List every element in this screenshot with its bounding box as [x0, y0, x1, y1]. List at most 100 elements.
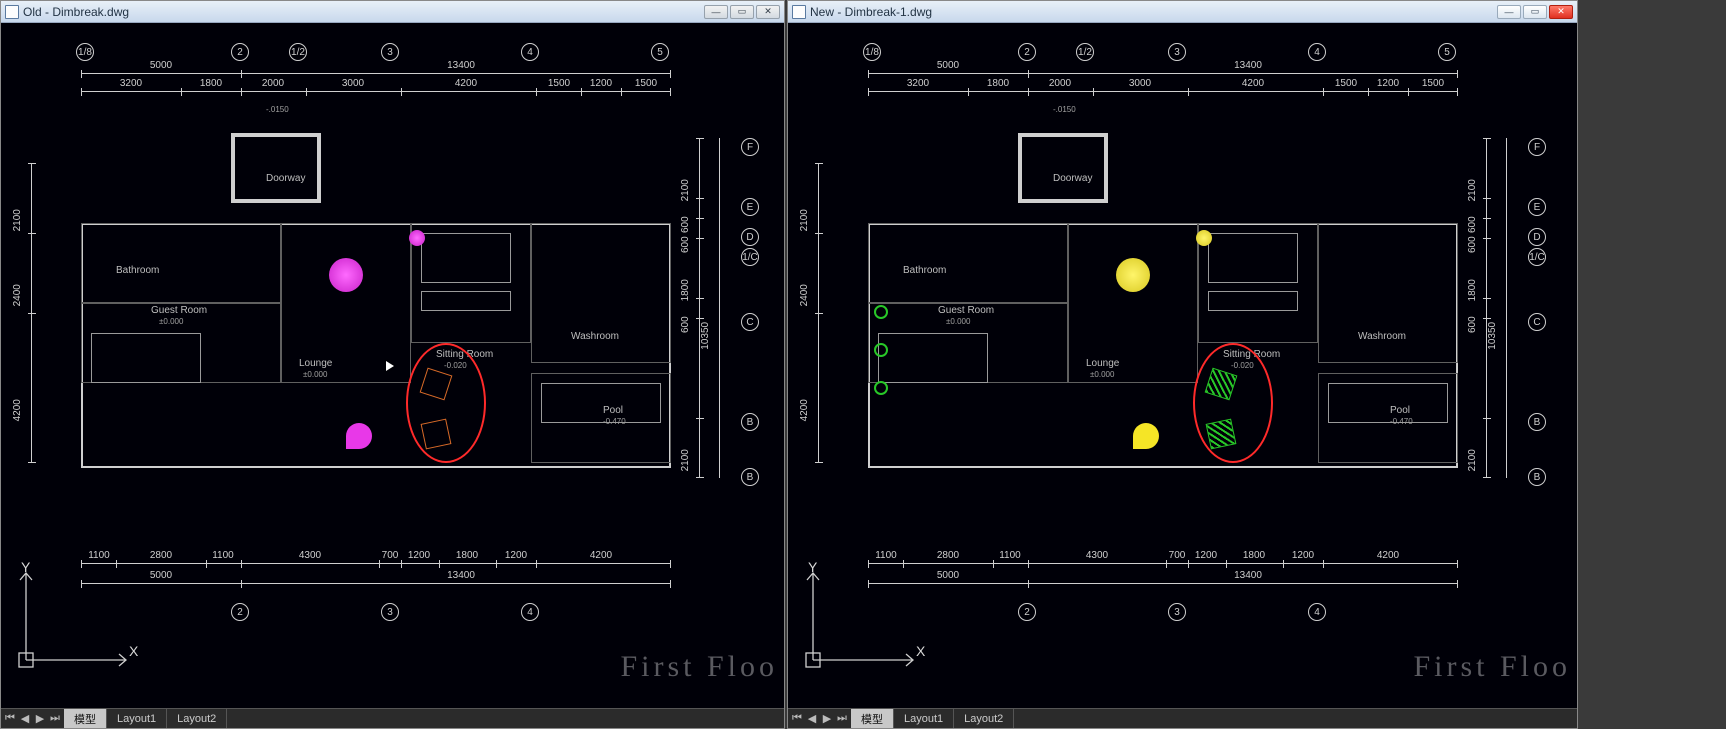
dim-text: 2000 [1049, 78, 1071, 89]
grid-col-bubble: 1/8 [76, 43, 94, 61]
close-button[interactable]: ✕ [1549, 5, 1573, 19]
dim-text: 1500 [548, 78, 570, 89]
minimize-button[interactable]: — [1497, 5, 1521, 19]
tab-next-icon[interactable]: ▶ [820, 712, 834, 726]
dim-line-right: 2100 600 600 1800 600 2100 [699, 138, 700, 478]
grid-row-bubble: 1/C [741, 248, 759, 266]
tab-next-icon[interactable]: ▶ [33, 712, 47, 726]
dim-text: 600 [680, 236, 691, 253]
maximize-button[interactable]: ▭ [1523, 5, 1547, 19]
dim-text: 600 [680, 216, 691, 233]
dim-text: 1800 [1243, 550, 1265, 561]
document-icon [792, 5, 806, 19]
drawing-canvas-left[interactable]: 1/8 2 1/2 3 4 5 F E D 1/C C B B 5000 134… [1, 23, 784, 708]
dim-text: 600 [1467, 236, 1478, 253]
grid-col-bubble: 2 [231, 43, 249, 61]
titlebar-left[interactable]: Old - Dimbreak.dwg — ▭ ✕ [1, 1, 784, 23]
furniture [1208, 233, 1298, 283]
dim-text: 1800 [680, 279, 691, 301]
dim-text: 1800 [987, 78, 1009, 89]
layout-tabs-left: ⏮ ◀ ▶ ⏭ 模型 Layout1 Layout2 [1, 708, 784, 728]
dim-text: 2100 [1467, 179, 1478, 201]
grid-col-bubble: 4 [521, 43, 539, 61]
grid-row-bubble: D [1528, 228, 1546, 246]
right-pane: New - Dimbreak-1.dwg — ▭ ✕ 1/8 2 1/2 3 4… [787, 0, 1578, 729]
window-title: New - Dimbreak-1.dwg [810, 5, 932, 19]
datum-text: -.0150 [1053, 105, 1076, 114]
tab-first-icon[interactable]: ⏮ [3, 712, 17, 726]
window-title: Old - Dimbreak.dwg [23, 5, 129, 19]
grid-row-bubble: E [1528, 198, 1546, 216]
dim-line-bottom-inner: 1100 2800 1100 4300 700 1200 1800 1200 4… [868, 563, 1458, 564]
dim-text: 13400 [1234, 60, 1262, 71]
tab-prev-icon[interactable]: ◀ [18, 712, 32, 726]
tab-last-icon[interactable]: ⏭ [835, 712, 849, 726]
tab-model[interactable]: 模型 [64, 709, 107, 728]
tab-layout1[interactable]: Layout1 [894, 709, 954, 728]
tab-first-icon[interactable]: ⏮ [790, 712, 804, 726]
room-label-washroom: Washroom [1358, 331, 1406, 342]
room-outline [531, 223, 671, 363]
dim-text: 2100 [680, 449, 691, 471]
grid-col-bubble: 2 [1018, 43, 1036, 61]
marker-symbol [874, 381, 888, 395]
grid-row-bubble: C [741, 313, 759, 331]
room-label-pool: Pool [603, 405, 623, 416]
dim-text: 1200 [408, 550, 430, 561]
dim-text: 2000 [262, 78, 284, 89]
furniture [541, 383, 661, 423]
dim-text: 3200 [907, 78, 929, 89]
room-level: -0.470 [603, 417, 626, 426]
dim-text: 1800 [1467, 279, 1478, 301]
furniture [1328, 383, 1448, 423]
grid-col-bubble: 1/2 [1076, 43, 1094, 61]
dim-text: 4200 [799, 399, 810, 421]
dim-line-left: 2100 2400 4200 [31, 163, 32, 463]
dim-text: 700 [382, 550, 399, 561]
dim-text: 5000 [150, 570, 172, 581]
close-button[interactable]: ✕ [756, 5, 780, 19]
room-label-washroom: Washroom [571, 331, 619, 342]
tab-layout2[interactable]: Layout2 [954, 709, 1014, 728]
room-label-doorway: Doorway [1053, 173, 1092, 184]
tab-nav: ⏮ ◀ ▶ ⏭ [1, 709, 64, 728]
dim-text: 600 [1467, 216, 1478, 233]
tab-nav: ⏮ ◀ ▶ ⏭ [788, 709, 851, 728]
grid-col-bubble: 1/2 [289, 43, 307, 61]
layout-tabs-right: ⏮ ◀ ▶ ⏭ 模型 Layout1 Layout2 [788, 708, 1577, 728]
tab-prev-icon[interactable]: ◀ [805, 712, 819, 726]
grid-row-bubble: 1/C [1528, 248, 1546, 266]
tab-layout1[interactable]: Layout1 [107, 709, 167, 728]
tab-layout2[interactable]: Layout2 [167, 709, 227, 728]
room-outline [81, 223, 281, 303]
marker-symbol [874, 305, 888, 319]
fan-symbol [1133, 423, 1159, 449]
minimize-button[interactable]: — [704, 5, 728, 19]
grid-col-bubble: 5 [651, 43, 669, 61]
room-label-pool: Pool [1390, 405, 1410, 416]
room-level: ±0.000 [303, 370, 327, 379]
window-controls: — ▭ ✕ [1497, 5, 1573, 19]
dim-text: 13400 [447, 60, 475, 71]
room-label-guest: Guest Room [938, 305, 994, 316]
plant-symbol [409, 230, 425, 246]
tab-last-icon[interactable]: ⏭ [48, 712, 62, 726]
floorplan-right: 1/8 2 1/2 3 4 5 F E D 1/C C B B 5000 134… [858, 43, 1548, 623]
dim-text: 1100 [875, 550, 897, 561]
maximize-button[interactable]: ▭ [730, 5, 754, 19]
drawing-canvas-right[interactable]: 1/8 2 1/2 3 4 5 F E D 1/C C B B 5000 134… [788, 23, 1577, 708]
titlebar-right[interactable]: New - Dimbreak-1.dwg — ▭ ✕ [788, 1, 1577, 23]
dim-text: 4300 [299, 550, 321, 561]
grid-row-bubble: B [1528, 468, 1546, 486]
chair-symbol [421, 419, 452, 450]
room-label-guest: Guest Room [151, 305, 207, 316]
dim-text: 2400 [12, 284, 23, 306]
tab-model[interactable]: 模型 [851, 709, 894, 728]
dim-text: 1100 [212, 550, 234, 561]
room-outline [868, 223, 1068, 303]
grid-row-bubble: B [1528, 413, 1546, 431]
dim-text: 13400 [1234, 570, 1262, 581]
dim-text: 2100 [12, 209, 23, 231]
dim-line-top-outer: 5000 13400 [81, 73, 671, 74]
dim-text: 1200 [1377, 78, 1399, 89]
